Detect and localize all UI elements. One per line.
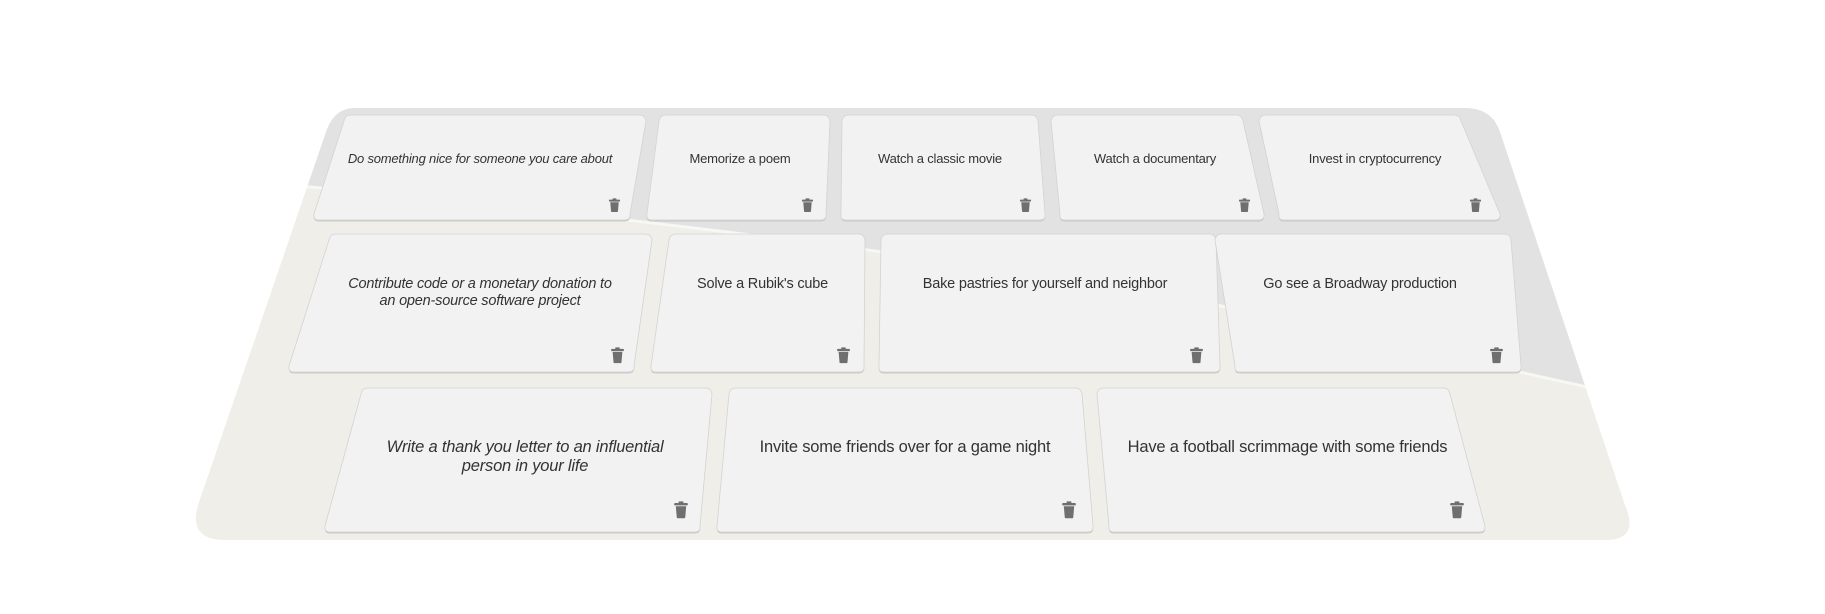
card-background [1096,387,1486,534]
idea-board: Do something nice for someone you care a… [0,0,1825,614]
trash-icon[interactable] [1449,501,1465,524]
card-label: Have a football scrimmage with some frie… [1127,438,1448,456]
